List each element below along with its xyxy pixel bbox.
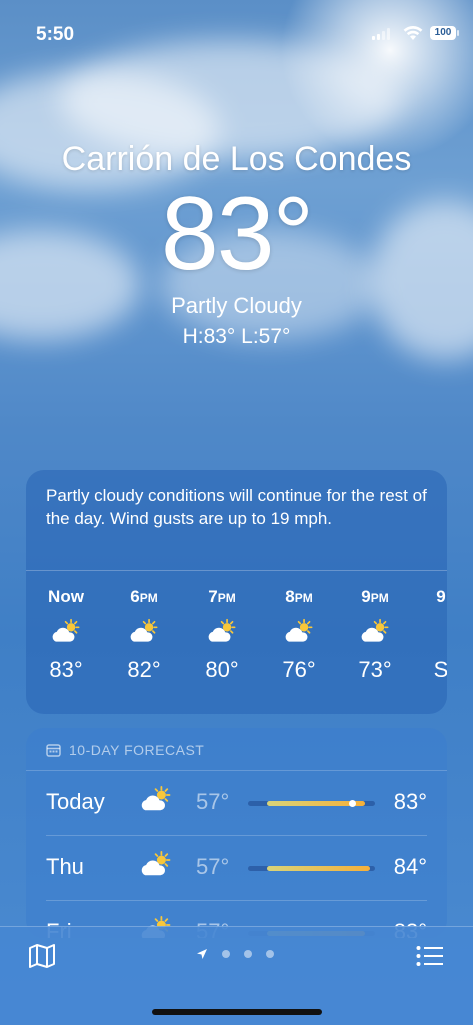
hour-item: 9 S (411, 587, 447, 683)
location-arrow-icon (197, 949, 207, 959)
page-indicator[interactable] (196, 948, 274, 960)
partly-cloudy-icon (36, 609, 96, 653)
partly-cloudy-icon (114, 609, 174, 653)
hour-label: 9PM (361, 587, 389, 606)
map-icon[interactable] (28, 943, 56, 969)
high-temp: 83° (393, 789, 427, 814)
hour-item: 6PM 82° (114, 587, 174, 683)
battery-icon: 100 (430, 26, 459, 40)
hour-label: 9 (436, 587, 446, 606)
city-name: Carrión de Los Condes (61, 140, 412, 178)
hour-label: 7PM (208, 587, 236, 606)
forecast-day-row[interactable]: Today 57° 83° (46, 771, 427, 836)
hour-item: 7PM 80° (192, 587, 252, 683)
partly-cloudy-icon (269, 609, 329, 653)
ten-day-forecast-card[interactable]: 10-DAY FORECAST Today 57° 83° Thu 57° 84… (26, 728, 447, 938)
partly-cloudy-icon (345, 609, 405, 653)
hourly-scroller[interactable]: Now 83° 6PM 82° 7PM 80° 8PM 76° 9PM 73° … (26, 571, 447, 711)
low-temp: 57° (196, 789, 230, 814)
cellular-signal-icon (372, 28, 390, 40)
forecast-header: 10-DAY FORECAST (26, 728, 447, 771)
hour-temp: 82° (127, 657, 161, 682)
calendar-icon (46, 744, 61, 757)
forecast-title: 10-DAY FORECAST (69, 742, 205, 758)
hour-item: 8PM 76° (269, 587, 329, 683)
hour-item: 9PM 73° (345, 587, 405, 683)
list-icon[interactable] (416, 945, 444, 967)
home-indicator (152, 1009, 322, 1015)
temp-range-bar (248, 866, 375, 871)
hour-temp: 83° (49, 657, 83, 682)
condition-label: Partly Cloudy (171, 293, 302, 318)
low-temp: 57° (196, 854, 230, 879)
hourly-forecast-card[interactable]: Partly cloudy conditions will continue f… (26, 470, 447, 714)
hour-label: 8PM (285, 587, 313, 606)
wifi-icon (403, 25, 423, 40)
page-dot (244, 950, 252, 958)
status-bar: 5:50 100 (0, 0, 473, 60)
hour-temp: 76° (282, 657, 316, 682)
temp-range-fill (267, 866, 370, 871)
hour-temp: S (433, 657, 447, 682)
forecast-day-row[interactable]: Thu 57° 84° (46, 836, 427, 901)
partly-cloudy-icon (138, 785, 174, 819)
partly-cloudy-icon (192, 609, 252, 653)
hour-temp: 80° (205, 657, 239, 682)
high-temp: 84° (393, 854, 427, 879)
temp-range-bar (248, 800, 375, 807)
page-dot (222, 950, 230, 958)
high-low-label: H:83° L:57° (182, 325, 291, 348)
page-dot (266, 950, 274, 958)
hour-item: Now 83° (36, 587, 96, 683)
hour-label: 6PM (130, 587, 158, 606)
status-time: 5:50 (36, 24, 75, 45)
current-temperature: 83° (160, 176, 314, 292)
forecast-summary: Partly cloudy conditions will continue f… (26, 470, 447, 571)
current-weather: Carrión de Los Condes 83° Partly Cloudy … (0, 140, 473, 349)
day-name: Today (46, 789, 105, 814)
bottom-toolbar (0, 926, 473, 1025)
hour-label: Now (48, 587, 84, 606)
partly-cloudy-icon (138, 850, 174, 884)
day-name: Thu (46, 854, 84, 879)
hour-temp: 73° (358, 657, 392, 682)
